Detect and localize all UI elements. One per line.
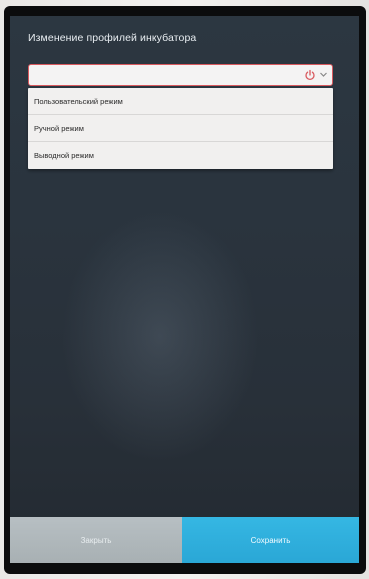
- dropdown-option-manual-mode[interactable]: Ручной режим: [28, 115, 333, 142]
- profile-select[interactable]: [28, 64, 333, 86]
- dropdown-option-user-mode[interactable]: Пользовательский режим: [28, 88, 333, 115]
- chevron-down-icon[interactable]: [319, 70, 328, 79]
- device-screen: Изменение профилей инкубатора Пользовате…: [10, 16, 359, 563]
- close-button[interactable]: Закрыть: [10, 517, 182, 563]
- save-button[interactable]: Сохранить: [182, 517, 359, 563]
- profile-dropdown-list: Пользовательский режим Ручной режим Выво…: [28, 88, 333, 169]
- dropdown-option-hatch-mode[interactable]: Выводной режим: [28, 142, 333, 169]
- power-icon: [305, 69, 315, 81]
- page-title: Изменение профилей инкубатора: [28, 32, 197, 44]
- action-bar: Закрыть Сохранить: [10, 517, 359, 563]
